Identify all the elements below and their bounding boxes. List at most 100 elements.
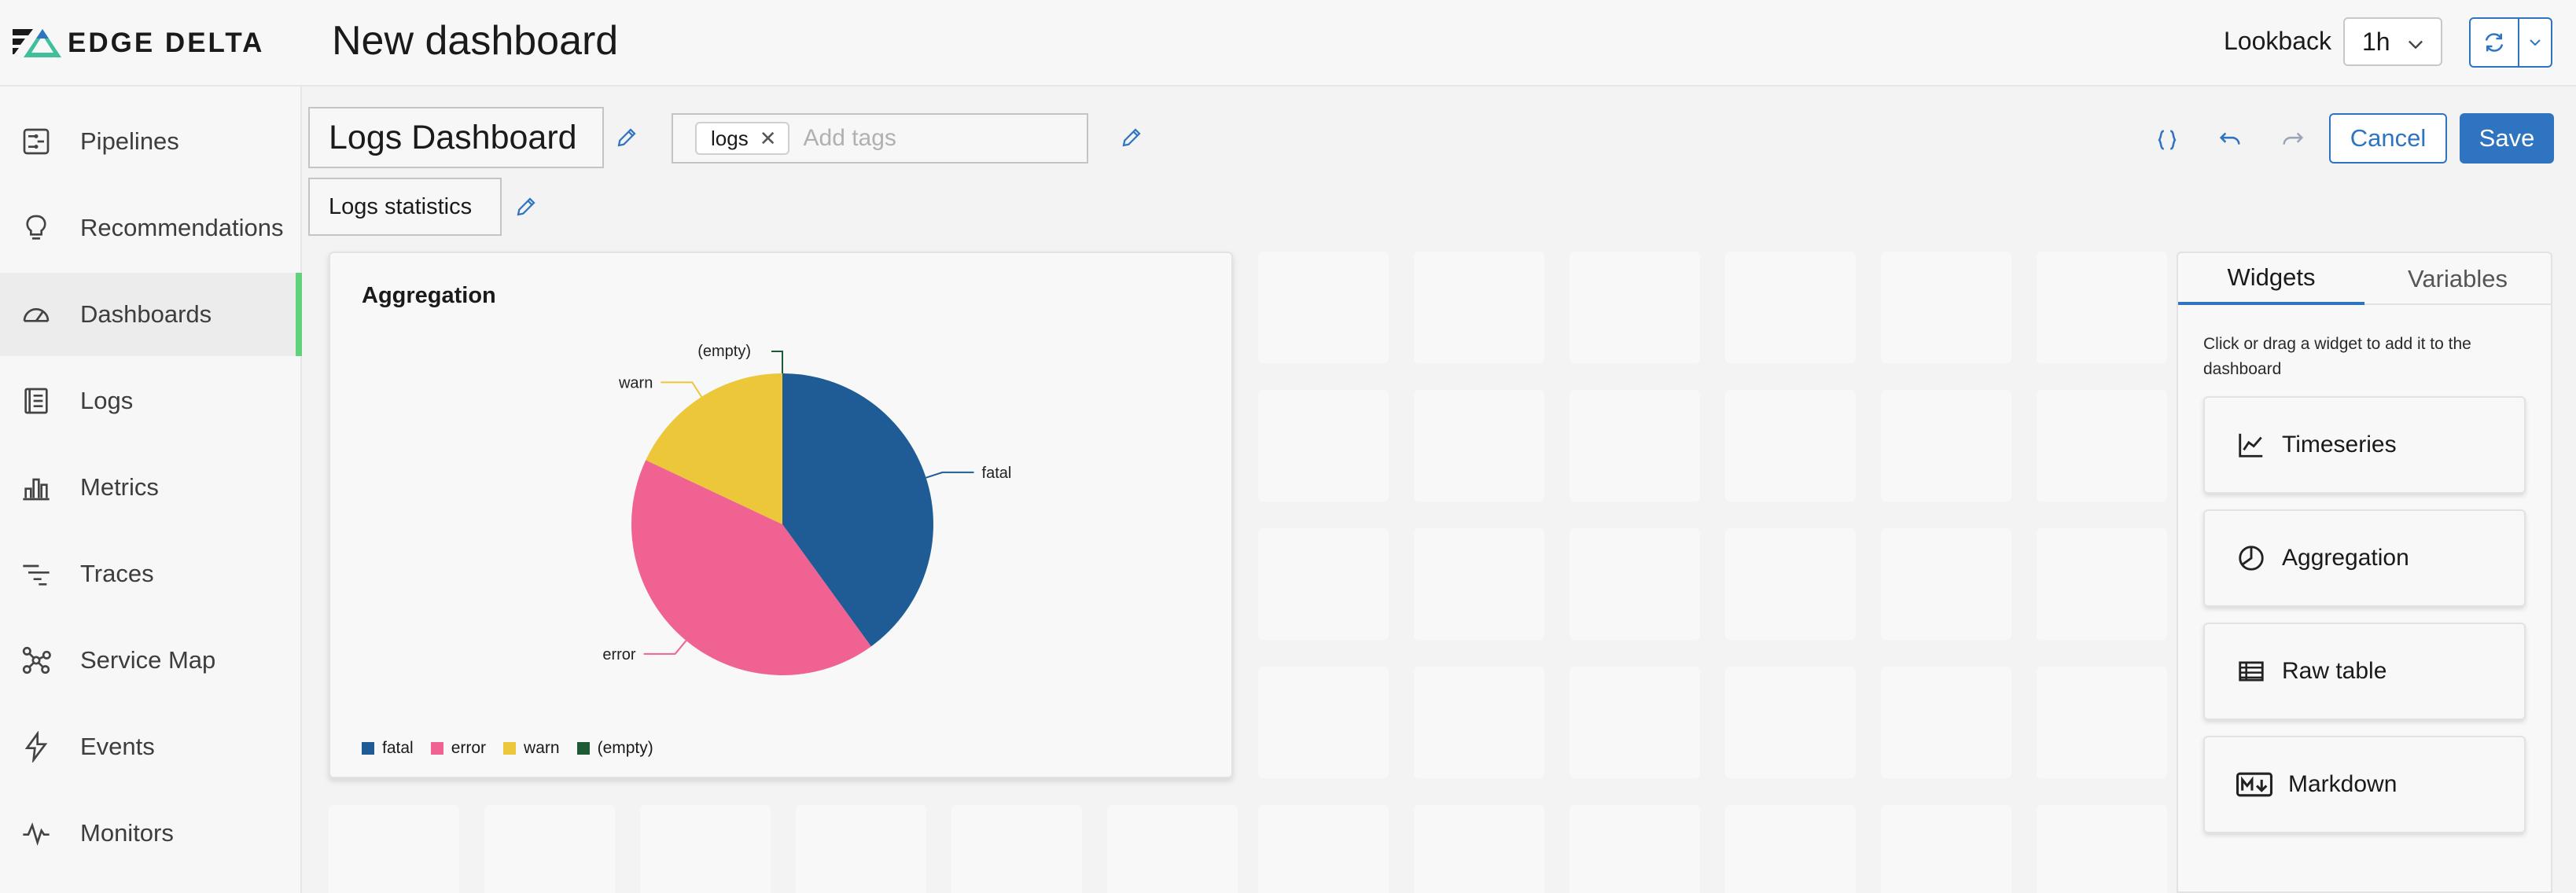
pie-leader-line [643,640,687,655]
legend-label: fatal [382,739,414,757]
tags-input[interactable]: logs ✕ Add tags [672,113,1088,164]
sidebar-item-pipelines[interactable]: Pipelines [0,100,300,183]
lookback-select[interactable]: 1h [2343,17,2442,66]
redo-icon[interactable] [2277,126,2309,154]
edit-title-pencil-icon[interactable] [615,126,638,149]
sidebar-item-service-map[interactable]: Service Map [0,619,300,702]
empty-grid-cell[interactable] [1258,528,1389,640]
empty-grid-cell[interactable] [1881,528,2011,640]
aggregation-widget-card[interactable]: Aggregation fatal error warn (empty) fatal e… [329,252,1233,778]
empty-grid-cell[interactable] [1414,805,1544,893]
lightning-icon [19,729,53,764]
page-title: New dashboard [332,18,619,64]
widget-label: Timeseries [2282,432,2397,458]
sidebar-item-metrics[interactable]: Metrics [0,446,300,529]
empty-grid-cell[interactable] [1725,528,1856,640]
empty-grid-cell[interactable] [1570,805,1700,893]
gauge-icon [19,297,53,332]
empty-grid-cell[interactable] [1725,667,1856,778]
empty-grid-cell[interactable] [796,805,926,893]
empty-grid-cell[interactable] [1570,528,1700,640]
logs-icon [19,384,53,418]
legend-item[interactable]: (empty) [576,739,653,758]
empty-grid-cell[interactable] [1570,390,1700,502]
pipelines-icon [19,124,53,159]
widgets-panel: Widgets Variables Click or drag a widget… [2177,252,2552,893]
empty-grid-cell[interactable] [1881,667,2011,778]
legend-item[interactable]: error [430,739,486,758]
empty-grid-cell[interactable] [484,805,615,893]
empty-grid-cell[interactable] [1725,390,1856,502]
line-chart-icon [2239,433,2263,458]
refresh-options-button[interactable] [2519,19,2551,66]
empty-grid-cell[interactable] [1258,805,1389,893]
empty-grid-cell[interactable] [1258,390,1389,502]
empty-grid-cell[interactable] [1881,390,2011,502]
undo-icon[interactable] [2214,126,2246,154]
add-aggregation-widget-button[interactable]: Aggregation [2203,509,2526,607]
empty-grid-cell[interactable] [640,805,771,893]
add-raw-table-widget-button[interactable]: Raw table [2203,623,2526,720]
pie-label: fatal [982,465,1012,482]
save-button[interactable]: Save [2460,113,2554,164]
empty-grid-cell[interactable] [951,805,1082,893]
add-markdown-widget-button[interactable]: Markdown [2203,736,2526,833]
sidebar-item-monitors[interactable]: Monitors [0,792,300,875]
widget-label: Markdown [2288,771,2398,797]
edit-subtitle-pencil-icon[interactable] [514,195,538,219]
empty-grid-cell[interactable] [2037,667,2167,778]
sidebar-item-traces[interactable]: Traces [0,532,300,616]
tag-chip-label: logs [711,126,749,150]
empty-grid-cell[interactable] [2037,390,2167,502]
top-bar: EDGE DELTA New dashboard Lookback 1h [0,0,2576,86]
markdown-icon [2236,772,2272,797]
empty-grid-cell[interactable] [329,805,459,893]
cancel-button[interactable]: Cancel [2329,113,2447,164]
pie-label: (empty) [697,343,751,360]
chevron-down-icon [2530,39,2541,46]
brand-name: EDGE DELTA [68,28,265,58]
lookback-value: 1h [2362,27,2390,56]
json-braces-icon[interactable] [2151,126,2183,154]
empty-grid-cell[interactable] [1725,252,1856,363]
legend-item[interactable]: warn [503,739,560,758]
sidebar-item-logs[interactable]: Logs [0,359,300,443]
remove-tag-close-icon[interactable]: ✕ [760,127,777,151]
brand-logo[interactable]: EDGE DELTA [13,24,264,63]
empty-grid-cell[interactable] [1414,528,1544,640]
sidebar-item-events[interactable]: Events [0,705,300,788]
sidebar-item-dashboards[interactable]: Dashboards [0,273,302,356]
add-timeseries-widget-button[interactable]: Timeseries [2203,396,2526,494]
tab-variables[interactable]: Variables [2364,253,2551,305]
edit-tags-pencil-icon[interactable] [1120,126,1143,149]
empty-grid-cell[interactable] [1881,252,2011,363]
pie-label: error [602,646,636,663]
sidebar-item-label: Monitors [80,819,174,847]
refresh-button[interactable] [2471,19,2519,66]
tab-widgets[interactable]: Widgets [2178,253,2364,305]
empty-grid-cell[interactable] [1258,252,1389,363]
empty-grid-cell[interactable] [2037,528,2167,640]
empty-grid-cell[interactable] [2037,252,2167,363]
dashboard-subtitle-field[interactable]: Logs statistics [308,178,502,236]
empty-grid-cell[interactable] [1258,667,1389,778]
pie-chart-icon [2239,546,2264,571]
table-icon [2239,661,2264,682]
legend-item[interactable]: fatal [362,739,414,758]
empty-grid-cell[interactable] [1414,667,1544,778]
empty-grid-cell[interactable] [1725,805,1856,893]
widget-label: Raw table [2282,658,2387,684]
empty-grid-cell[interactable] [1107,805,1238,893]
empty-grid-cell[interactable] [2037,805,2167,893]
pie-label: warn [618,374,653,391]
pie-leader-line [926,471,974,479]
empty-grid-cell[interactable] [1570,252,1700,363]
sidebar-item-recommendations[interactable]: Recommendations [0,186,300,270]
empty-grid-cell[interactable] [1414,252,1544,363]
dashboard-title-field[interactable]: Logs Dashboard [308,107,604,168]
panel-tabs: Widgets Variables [2178,253,2551,305]
sidebar-item-label: Logs [80,387,134,414]
empty-grid-cell[interactable] [1570,667,1700,778]
empty-grid-cell[interactable] [1414,390,1544,502]
empty-grid-cell[interactable] [1881,805,2011,893]
